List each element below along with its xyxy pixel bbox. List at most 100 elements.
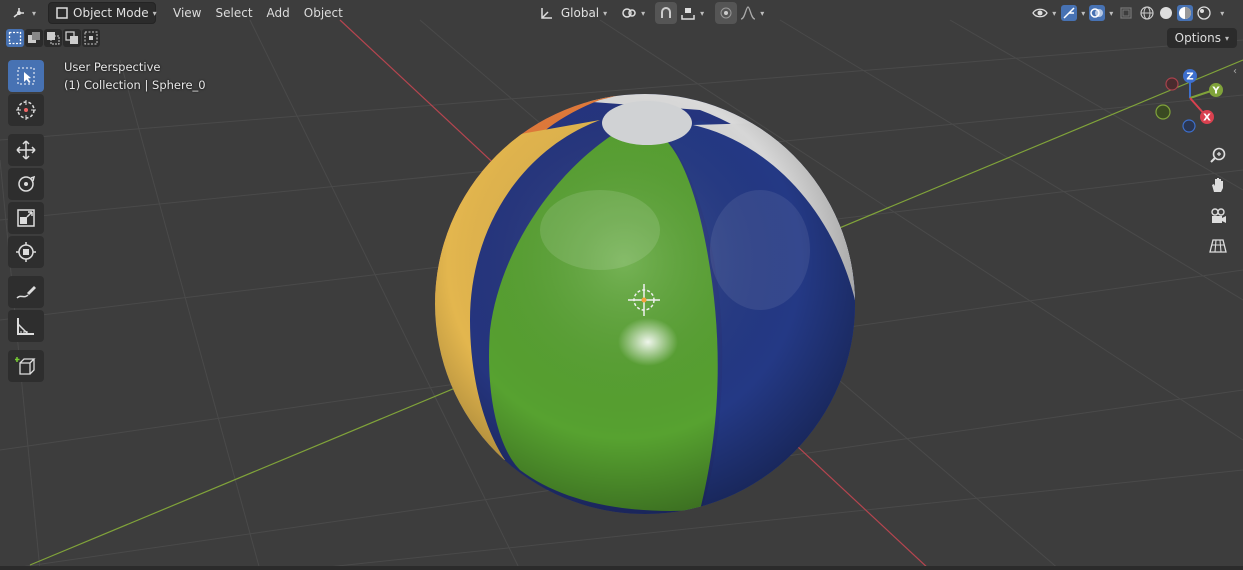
viewport-perspective-label: User Perspective: [64, 60, 161, 74]
viewport-header: ▾ Object Mode ▾ View Select Add Object G…: [0, 0, 1243, 26]
navigation-gizmo[interactable]: Z Y X: [1148, 64, 1228, 136]
pivot-dropdown[interactable]: ▾: [615, 2, 651, 24]
pan-button[interactable]: [1206, 173, 1230, 197]
3d-viewport[interactable]: ▾ Object Mode ▾ View Select Add Object G…: [0, 0, 1243, 570]
gizmo-toggle[interactable]: ▾: [1059, 2, 1087, 24]
orientation-icon: [539, 5, 555, 21]
xray-icon: [1118, 5, 1134, 21]
select-box-tool[interactable]: [8, 60, 44, 92]
object-mode-icon: [55, 5, 69, 21]
select-intersect-button[interactable]: [82, 29, 100, 47]
select-intersect-icon: [84, 31, 98, 45]
perspective-grid-icon: [1209, 239, 1227, 253]
falloff-dropdown[interactable]: ▾: [737, 2, 767, 24]
overlay-toggle[interactable]: ▾: [1087, 2, 1115, 24]
eye-icon: [1032, 5, 1048, 21]
pivot-icon: [621, 5, 637, 21]
measure-icon: [17, 318, 34, 335]
chevron-down-icon: ▾: [1109, 8, 1114, 18]
scale-tool[interactable]: [8, 202, 44, 234]
select-box-icon: [17, 67, 35, 85]
editor-type-button[interactable]: ▾: [6, 2, 42, 24]
gizmo-z-label: Z: [1186, 72, 1193, 83]
transform-tool[interactable]: [8, 236, 44, 268]
annotate-tool[interactable]: [8, 276, 44, 308]
move-tool[interactable]: [8, 134, 44, 166]
move-icon: [16, 140, 36, 160]
select-difference-button[interactable]: [63, 29, 81, 47]
perspective-toggle-button[interactable]: [1206, 234, 1230, 258]
overlay-icon: [1089, 5, 1106, 21]
gizmo-icon: [1061, 5, 1078, 21]
wireframe-shading-icon[interactable]: [1139, 5, 1155, 21]
chevron-down-icon: ▾: [152, 8, 157, 18]
cursor-tool[interactable]: [8, 94, 44, 126]
chevron-down-icon: ▾: [700, 8, 705, 18]
visibility-dropdown[interactable]: ▾: [1029, 2, 1059, 24]
mode-label: Object Mode: [73, 6, 149, 20]
rotate-tool[interactable]: [8, 168, 44, 200]
chevron-down-icon: ▾: [603, 8, 608, 18]
snap-target-dropdown[interactable]: ▾: [677, 2, 707, 24]
menu-object[interactable]: Object: [297, 6, 350, 20]
select-new-button[interactable]: [6, 29, 24, 47]
menu-view[interactable]: View: [166, 6, 208, 20]
add-cube-icon: [15, 357, 36, 375]
orientation-dropdown[interactable]: Global ▾: [533, 2, 613, 24]
menu-add[interactable]: Add: [260, 6, 297, 20]
snap-increment-icon: [680, 5, 696, 21]
options-label: Options: [1174, 31, 1221, 45]
beach-ball[interactable]: [430, 90, 860, 520]
gizmo-neg-y[interactable]: [1155, 104, 1171, 120]
material-shading-icon[interactable]: [1177, 5, 1194, 21]
proportional-edit-toggle[interactable]: [715, 2, 738, 24]
mode-dropdown[interactable]: Object Mode ▾: [48, 2, 157, 24]
camera-view-button[interactable]: [1206, 204, 1230, 228]
shading-buttons: [1137, 2, 1214, 24]
viewport-bottom-border: [0, 566, 1243, 570]
ball-cap: [602, 101, 692, 145]
chevron-down-icon: ▾: [1224, 33, 1229, 43]
options-dropdown[interactable]: Options ▾: [1166, 28, 1237, 48]
gizmo-y-label: Y: [1211, 86, 1220, 97]
chevron-down-icon: ▾: [1081, 8, 1086, 18]
orientation-label: Global: [560, 6, 600, 20]
camera-icon: [1211, 208, 1226, 223]
chevron-down-icon: ▾: [1220, 8, 1225, 18]
rotate-icon: [18, 175, 36, 192]
gizmo-neg-z[interactable]: [1182, 119, 1196, 133]
measure-tool[interactable]: [8, 310, 44, 342]
solid-shading-icon[interactable]: [1158, 5, 1174, 21]
chevron-down-icon: ▾: [641, 8, 646, 18]
falloff-curve-icon: [740, 5, 756, 21]
select-subtract-icon: [47, 32, 60, 45]
shading-options-dropdown[interactable]: ▾: [1214, 2, 1226, 24]
zoom-icon: [1210, 147, 1226, 163]
select-subtract-button[interactable]: [44, 29, 62, 47]
proportional-edit-icon: [718, 5, 734, 21]
selection-mode-buttons: [6, 29, 100, 47]
chevron-down-icon: ▾: [32, 8, 37, 18]
scale-icon: [17, 209, 35, 227]
hand-icon: [1212, 178, 1223, 192]
zoom-button[interactable]: [1206, 143, 1230, 167]
editor-type-icon: [12, 5, 28, 21]
xray-toggle[interactable]: [1115, 2, 1137, 24]
gizmo-neg-x[interactable]: [1165, 77, 1179, 91]
snap-toggle[interactable]: [655, 2, 678, 24]
select-new-icon: [8, 31, 22, 45]
chevron-down-icon: ▾: [760, 8, 765, 18]
add-cube-tool[interactable]: [8, 350, 44, 382]
select-difference-icon: [65, 31, 78, 44]
select-extend-icon: [28, 32, 40, 43]
select-extend-button[interactable]: [25, 29, 43, 47]
viewport-collection-label: (1) Collection | Sphere_0: [64, 78, 206, 92]
menu-select[interactable]: Select: [209, 6, 260, 20]
cursor-icon: [16, 100, 36, 120]
rendered-shading-icon[interactable]: [1196, 5, 1212, 21]
tool-shelf: [8, 60, 46, 384]
transform-icon: [16, 242, 36, 262]
sidebar-collapse-arrow[interactable]: ‹: [1233, 66, 1237, 77]
chevron-down-icon: ▾: [1052, 8, 1057, 18]
gizmo-x-label: X: [1203, 113, 1211, 124]
